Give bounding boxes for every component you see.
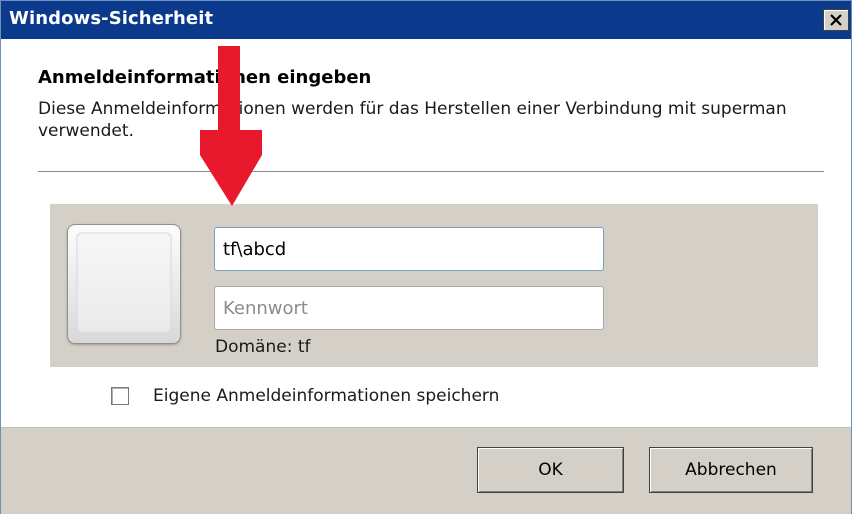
security-dialog: Windows-Sicherheit Anmeldeinformationen … (0, 0, 852, 514)
user-tile-frame (76, 232, 172, 334)
domain-label: Domäne: tf (215, 337, 311, 357)
divider (38, 171, 824, 172)
user-tile-icon (67, 224, 181, 344)
close-button[interactable] (823, 9, 849, 31)
cancel-button[interactable]: Abbrechen (649, 447, 813, 493)
title-bar[interactable]: Windows-Sicherheit (1, 1, 851, 39)
remember-credentials-label[interactable]: Eigene Anmeldeinformationen speichern (153, 386, 499, 406)
close-icon (830, 14, 842, 26)
window-title: Windows-Sicherheit (9, 8, 214, 29)
username-field[interactable] (214, 227, 604, 271)
dialog-description: Diese Anmeldeinformationen werden für da… (38, 99, 787, 141)
remember-credentials-checkbox[interactable] (111, 387, 129, 405)
password-field[interactable] (214, 286, 604, 330)
dialog-heading: Anmeldeinformationen eingeben (38, 67, 372, 88)
ok-button[interactable]: OK (477, 447, 624, 493)
